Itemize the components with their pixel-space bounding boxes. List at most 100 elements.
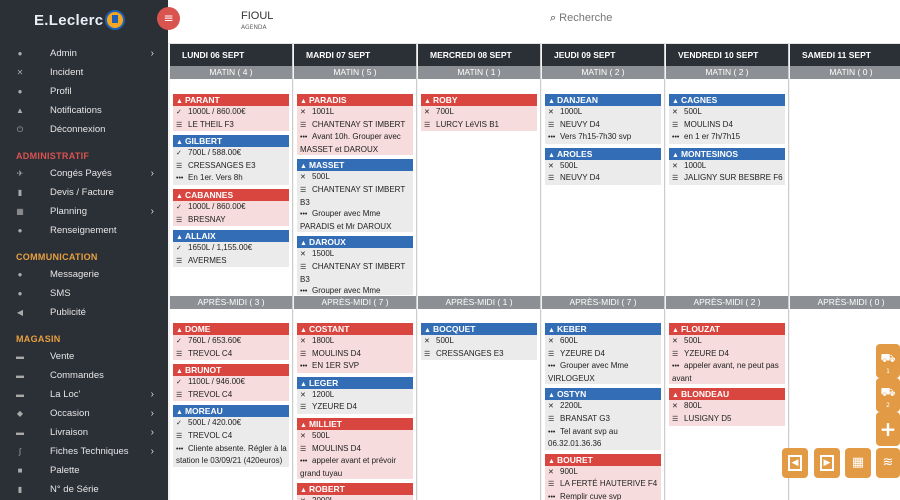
- delivery-card[interactable]: ▲ MONTESINOS ✕ 1000L ☰ JALIGNY SUR BESBRE F6: [669, 147, 785, 185]
- delivery-card[interactable]: ▲ MILLIET ✕ 500L ☰ MOULINS D4 ••• appeler avant…: [297, 417, 413, 480]
- delivery-card-header[interactable]: ▲ BOURET: [545, 453, 661, 466]
- delivery-detail-text: en 1 er 7h/7h15: [684, 132, 741, 142]
- delivery-card-header[interactable]: ▲ BOCQUET: [421, 323, 537, 335]
- sidebar-item[interactable]: ● SMS: [0, 284, 168, 303]
- delivery-card-header[interactable]: ▲ PARADIS: [297, 94, 413, 106]
- day-column: VENDREDI 10 SEPT MATIN ( 2 ) ▲ CAGNES ✕ 500L ☰…: [666, 44, 789, 500]
- delivery-card-header[interactable]: ▲ ROBERT: [297, 483, 413, 496]
- delivery-card-header[interactable]: ▲ PARANT: [173, 94, 289, 106]
- delivery-detail: ☰ YZEURE D4: [545, 348, 661, 361]
- delivery-card[interactable]: ▲ BLONDEAU ✕ 800L ☰ LUSIGNY D5: [669, 388, 785, 426]
- bell-icon: ▲: [16, 106, 24, 115]
- sidebar-item[interactable]: ▮ N° de Série: [0, 480, 168, 499]
- delivery-card[interactable]: ▲ DAROUX ✕ 1500L ☰ CHANTENAY ST IMBERT B3 ••• G…: [297, 236, 413, 295]
- delivery-card[interactable]: ▲ LEGER ✕ 1200L ☰ YZEURE D4: [297, 376, 413, 414]
- delivery-card[interactable]: ▲ OSTYN ✕ 2200L ☰ BRANSAT G3 ••• Tel avant svp …: [545, 388, 661, 450]
- sidebar-item[interactable]: ∫ Fiches Techniques ›: [0, 442, 168, 461]
- sidebar-item[interactable]: ⏻ Déconnexion: [0, 120, 168, 139]
- sidebar-item[interactable]: ▬ Vente: [0, 347, 168, 366]
- layers-button[interactable]: ≋: [876, 448, 900, 478]
- delivery-card[interactable]: ▲ DOME ✓ 760L / 653.60€ ☰ TREVOL C4: [173, 323, 289, 361]
- add-button[interactable]: +: [876, 412, 900, 446]
- customer-name: MONTESINOS: [680, 148, 739, 159]
- delivery-card[interactable]: ▲ MOREAU ✓ 500L / 420.00€ ☰ TREVOL C4 ••• Clien…: [173, 405, 289, 467]
- delivery-card-header[interactable]: ▲ FLOUZAT: [669, 323, 785, 335]
- delivery-card[interactable]: ▲ ALLAIX ✓ 1650L / 1,155.00€ ☰ AVERMES: [173, 230, 289, 268]
- delivery-card[interactable]: ▲ FLOUZAT ✕ 500L ☰ YZEURE D4 ••• appeler avant,…: [669, 323, 785, 385]
- delivery-card-header[interactable]: ▲ AROLES: [545, 147, 661, 160]
- delivery-card-header[interactable]: ▲ MILLIET: [297, 417, 413, 430]
- delivery-card[interactable]: ▲ COSTANT ✕ 1800L ☰ MOULINS D4 ••• EN 1ER SVP: [297, 323, 413, 373]
- delivery-card-header[interactable]: ▲ GILBERT: [173, 135, 289, 148]
- delivery-card-header[interactable]: ▲ MASSET: [297, 159, 413, 172]
- sidebar-item[interactable]: ◆ Occasion ›: [0, 404, 168, 423]
- sidebar-item[interactable]: ✈ Congés Payés ›: [0, 164, 168, 183]
- delivery-card-header[interactable]: ▲ COSTANT: [297, 323, 413, 335]
- truck-2-button[interactable]: ⛟ 2: [876, 378, 900, 412]
- truck-1-button[interactable]: ⛟ 1: [876, 344, 900, 378]
- sidebar-item[interactable]: ▲ Notifications: [0, 101, 168, 120]
- delivery-detail-text: Grouper avec Mme: [312, 286, 381, 295]
- delivery-card[interactable]: ▲ KEBER ✕ 600L ☰ YZEURE D4 ••• Grouper avec Mme…: [545, 323, 661, 385]
- delivery-card[interactable]: ▲ ROBY ✕ 700L ☰ LURCY LéVIS B1: [421, 94, 537, 132]
- delivery-card[interactable]: ▲ CAGNES ✕ 500L ☰ MOULINS D4 ••• en 1 er 7h/7h1…: [669, 94, 785, 144]
- sidebar-item[interactable]: ● Messagerie: [0, 265, 168, 284]
- delivery-card-header[interactable]: ▲ CABANNES: [173, 188, 289, 201]
- delivery-card[interactable]: ▲ BOCQUET ✕ 500L ☰ CRESSANGES E3: [421, 323, 537, 361]
- delivery-card[interactable]: ▲ AROLES ✕ 500L ☰ NEUVY D4: [545, 147, 661, 185]
- calendar-button[interactable]: ▦: [845, 448, 871, 478]
- delivery-detail-text: CHANTENAY ST IMBERT B3: [300, 261, 406, 284]
- delivery-detail: ••• Grouper avec Mme: [297, 285, 413, 295]
- sidebar-item[interactable]: ▬ La Loc' ›: [0, 385, 168, 404]
- delivery-card[interactable]: ▲ PARANT ✓ 1000L / 860.00€ ☰ LE THEIL F3: [173, 94, 289, 132]
- delivery-card[interactable]: ▲ BOURET ✕ 900L ☰ LA FERTÉ HAUTERIVE F4 ••• Rem…: [545, 453, 661, 500]
- next-week-button[interactable]: ▶: [814, 448, 840, 478]
- delivery-card-header[interactable]: ▲ BRUNOT: [173, 364, 289, 377]
- delivery-card[interactable]: ▲ PARADIS ✕ 1001L ☰ CHANTENAY ST IMBERT ••• Ava…: [297, 94, 413, 156]
- page-title: FIOUL: [241, 10, 274, 22]
- delivery-card-header[interactable]: ▲ DANJEAN: [545, 94, 661, 106]
- delivery-card-header[interactable]: ▲ MONTESINOS: [669, 147, 785, 160]
- brand-logo[interactable]: E.Leclerc: [34, 8, 132, 32]
- address-icon: ☰: [300, 121, 307, 129]
- delivery-detail: ☰ BRANSAT G3: [545, 413, 661, 426]
- sidebar-item[interactable]: ▬ Commandes: [0, 366, 168, 385]
- delivery-card[interactable]: ▲ MASSET ✕ 500L ☰ CHANTENAY ST IMBERT B3 ••• Gr…: [297, 159, 413, 233]
- sidebar-item[interactable]: ■ Palette: [0, 461, 168, 480]
- delivery-card-header[interactable]: ▲ DAROUX: [297, 236, 413, 249]
- previous-week-button[interactable]: ◀: [782, 448, 808, 478]
- delivery-card[interactable]: ▲ROBERT✕2000L: [297, 483, 413, 500]
- sidebar-item[interactable]: ▦ Planning ›: [0, 202, 168, 221]
- delivery-card[interactable]: ▲ CABANNES ✓ 1000L / 860.00€ ☰ BRESNAY: [173, 188, 289, 227]
- delivery-card-header[interactable]: ▲ KEBER: [545, 323, 661, 335]
- sidebar-item[interactable]: ▬ Livraison ›: [0, 423, 168, 442]
- delivery-detail: ••• Cliente absente. Régler à la station …: [173, 443, 289, 467]
- delivery-card-header[interactable]: ▲ CAGNES: [669, 94, 785, 106]
- delivery-card-header[interactable]: ▲ BLONDEAU: [669, 388, 785, 401]
- delivery-card-header[interactable]: ▲ LEGER: [297, 376, 413, 389]
- sidebar-item[interactable]: ✕ Incident: [0, 63, 168, 82]
- delivery-card[interactable]: ▲ GILBERT ✓ 700L / 588.00€ ☰ CRESSANGES E3 •••…: [173, 135, 289, 185]
- menu-toggle-button[interactable]: ≡: [157, 7, 180, 30]
- delivery-card-header[interactable]: ▲ ALLAIX: [173, 230, 289, 243]
- address-icon: ☰: [672, 121, 679, 129]
- delivery-card-header[interactable]: ▲ OSTYN: [545, 388, 661, 401]
- sidebar-item-label: Vente: [50, 351, 75, 362]
- sidebar-item[interactable]: ● Renseignement: [0, 221, 168, 240]
- delivery-card-header[interactable]: ▲ ROBY: [421, 94, 537, 106]
- delivery-card-header[interactable]: ▲ MOREAU: [173, 405, 289, 418]
- delivery-detail: ✕ 1000L: [669, 160, 785, 173]
- delivery-card[interactable]: ▲ DANJEAN ✕ 1000L ☰ NEUVY D4 ••• Vers 7h15-7h30…: [545, 94, 661, 144]
- delivery-detail: ✕ 500L: [297, 171, 413, 184]
- delivery-card[interactable]: ▲ BRUNOT ✓ 1100L / 946.00€ ☰ TREVOL C4: [173, 364, 289, 402]
- search-input[interactable]: [559, 12, 670, 24]
- search-icon[interactable]: ⌕: [550, 11, 556, 25]
- sidebar-item[interactable]: ● Profil: [0, 82, 168, 101]
- delivery-card-header[interactable]: ▲ DOME: [173, 323, 289, 335]
- sidebar-item[interactable]: ● Admin ›: [0, 44, 168, 63]
- comment-icon: •••: [176, 175, 184, 183]
- sidebar-item[interactable]: ◀ Publicité: [0, 303, 168, 322]
- delivery-detail: ••• en 1 er 7h/7h15: [669, 131, 785, 144]
- close-icon: ✕: [672, 109, 678, 116]
- sidebar-item[interactable]: ▮ Devis / Facture: [0, 183, 168, 202]
